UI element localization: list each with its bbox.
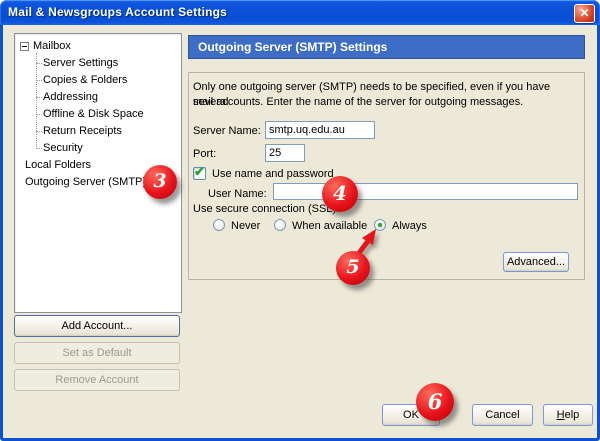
server-name-label: Server Name:	[193, 124, 261, 138]
ssl-when-available-label: When available	[292, 219, 367, 233]
annotation-badge-4: 4	[322, 176, 358, 212]
tree-item-label: Outgoing Server (SMTP)	[25, 174, 146, 191]
collapse-icon[interactable]	[20, 42, 29, 51]
tree-item-label: Offline & Disk Space	[43, 106, 144, 123]
check-icon: ✔	[194, 165, 205, 178]
add-account-button[interactable]: Add Account...	[14, 315, 180, 337]
tree-item-label: Addressing	[43, 89, 98, 106]
tree-item-label: Security	[43, 140, 83, 157]
description-line2: mail accounts. Enter the name of the ser…	[193, 95, 579, 110]
ssl-never-radio[interactable]	[213, 219, 225, 231]
tree-item-mailbox[interactable]: Mailbox	[15, 38, 179, 55]
set-as-default-button[interactable]: Set as Default	[14, 342, 180, 364]
help-label: Help	[544, 405, 592, 425]
tree-item-security[interactable]: Security	[15, 140, 179, 157]
help-button[interactable]: Help	[543, 404, 593, 426]
user-name-label: User Name:	[208, 187, 267, 201]
tree-item-return-receipts[interactable]: Return Receipts	[15, 123, 179, 140]
tree-item-label: Local Folders	[25, 157, 91, 174]
tree-item-label: Mailbox	[33, 38, 71, 55]
dialog-body: Mailbox Server Settings Copies & Folders…	[3, 25, 597, 438]
radio-dot-icon	[378, 223, 382, 227]
cancel-button[interactable]: Cancel	[472, 404, 533, 426]
window-title: Mail & Newsgroups Account Settings	[8, 5, 227, 19]
tree-item-addressing[interactable]: Addressing	[15, 89, 179, 106]
remove-account-button[interactable]: Remove Account	[14, 369, 180, 391]
cancel-label: Cancel	[473, 405, 532, 425]
annotation-badge-5: 5	[336, 251, 370, 285]
user-name-input[interactable]	[273, 183, 578, 200]
annotation-badge-3: 3	[143, 165, 177, 199]
port-input[interactable]	[265, 144, 305, 162]
close-icon[interactable]: ✕	[574, 4, 595, 23]
tree-item-label: Return Receipts	[43, 123, 122, 140]
use-name-password-checkbox[interactable]: ✔	[193, 167, 206, 180]
ssl-label: Use secure connection (SSL):	[193, 202, 339, 216]
port-label: Port:	[193, 147, 216, 161]
tree-item-label: Copies & Folders	[43, 72, 127, 89]
set-as-default-label: Set as Default	[15, 343, 179, 363]
use-name-password-label: Use name and password	[212, 167, 334, 181]
ssl-always-label: Always	[392, 219, 427, 233]
advanced-button[interactable]: Advanced...	[503, 252, 569, 272]
remove-account-label: Remove Account	[15, 370, 179, 390]
tree-item-copies-folders[interactable]: Copies & Folders	[15, 72, 179, 89]
title-bar: Mail & Newsgroups Account Settings ✕	[0, 0, 600, 25]
annotation-badge-6: 6	[416, 383, 454, 421]
ssl-when-available-radio[interactable]	[274, 219, 286, 231]
tree-item-label: Server Settings	[43, 55, 118, 72]
account-settings-dialog: Mail & Newsgroups Account Settings ✕ Mai…	[0, 0, 600, 441]
tree-item-offline-disk-space[interactable]: Offline & Disk Space	[15, 106, 179, 123]
panel-title: Outgoing Server (SMTP) Settings	[188, 35, 585, 59]
server-name-input[interactable]	[265, 121, 375, 139]
ssl-always-radio[interactable]	[374, 219, 386, 231]
add-account-label: Add Account...	[15, 316, 179, 336]
ssl-never-label: Never	[231, 219, 260, 233]
tree-item-server-settings[interactable]: Server Settings	[15, 55, 179, 72]
advanced-label: Advanced...	[504, 253, 568, 271]
